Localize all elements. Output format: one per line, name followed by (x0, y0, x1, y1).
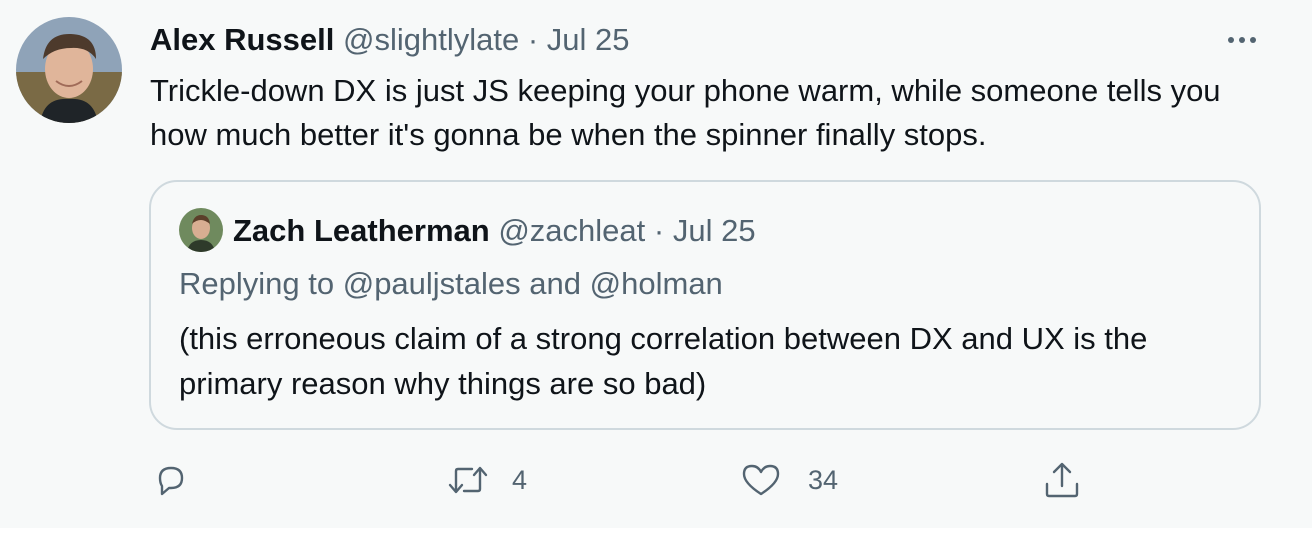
more-icon[interactable] (1222, 20, 1262, 60)
replying-to: Replying to @pauljstales and @holman (179, 266, 723, 302)
reply-button[interactable] (152, 460, 190, 500)
reply-icon (158, 466, 184, 496)
tweet-card[interactable]: Alex Russell @slightlylate · Jul 25 Tric… (0, 0, 1312, 528)
quoted-author-avatar[interactable] (179, 208, 223, 252)
like-button[interactable]: 34 (740, 460, 838, 500)
quoted-tweet[interactable]: Zach Leatherman @zachleat · Jul 25 Reply… (149, 180, 1261, 430)
replying-to-prefix: Replying to (179, 266, 335, 301)
replying-to-user-1[interactable]: @pauljstales (343, 266, 521, 301)
tweet-date[interactable]: Jul 25 (547, 22, 630, 57)
retweet-icon (448, 466, 488, 494)
like-count: 34 (808, 465, 839, 495)
author-name[interactable]: Alex Russell (150, 22, 334, 57)
bottom-divider (0, 528, 1312, 544)
share-button[interactable] (1042, 460, 1082, 500)
author-avatar[interactable] (16, 17, 122, 123)
quoted-author-handle[interactable]: @zachleat (498, 213, 645, 248)
replying-to-user-2[interactable]: @holman (590, 266, 723, 301)
replying-to-and: and (529, 266, 582, 301)
author-handle[interactable]: @slightlylate (343, 22, 519, 57)
retweet-button[interactable]: 4 (446, 460, 527, 500)
like-icon (742, 464, 780, 496)
tweet-text: Trickle-down DX is just JS keeping your … (150, 73, 1221, 152)
quoted-tweet-header: Zach Leatherman @zachleat · Jul 25 (233, 213, 756, 249)
quoted-tweet-date[interactable]: Jul 25 (673, 213, 756, 248)
header-separator: · (527, 22, 539, 57)
quoted-header-separator: · (653, 213, 665, 248)
quoted-tweet-text: (this erroneous claim of a strong correl… (179, 321, 1148, 401)
share-icon (1045, 462, 1079, 498)
retweet-count: 4 (512, 465, 528, 495)
tweet-header: Alex Russell @slightlylate · Jul 25 (150, 22, 630, 58)
quoted-author-name[interactable]: Zach Leatherman (233, 213, 490, 248)
